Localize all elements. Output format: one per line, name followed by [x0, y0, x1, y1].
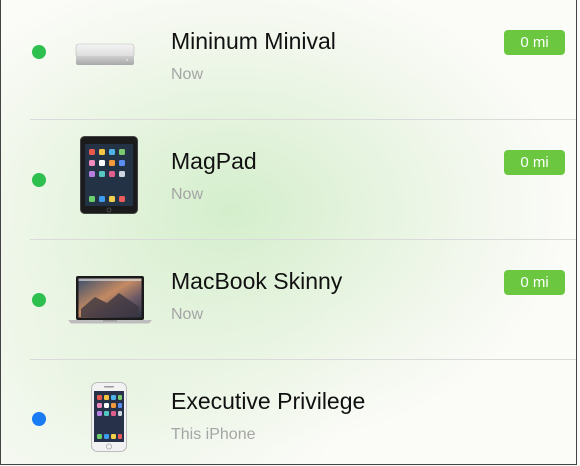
device-name: Mininum Minival: [171, 28, 336, 54]
device-name: MacBook Skinny: [171, 268, 343, 294]
device-list-panel: Mininum Minival Now 0 mi MagPad Now 0 mi…: [0, 0, 577, 465]
device-row-executive-privilege[interactable]: Executive Privilege This iPhone: [1, 360, 576, 464]
device-row-magpad[interactable]: MagPad Now 0 mi: [1, 120, 576, 240]
online-status-dot: [32, 45, 46, 59]
macbook-icon: [68, 276, 152, 324]
distance-badge: 0 mi: [504, 270, 565, 295]
device-status: This iPhone: [171, 426, 256, 443]
device-row-macbook-skinny[interactable]: MacBook Skinny Now 0 mi: [1, 240, 576, 360]
device-list: Mininum Minival Now 0 mi MagPad Now 0 mi…: [1, 0, 576, 464]
this-device-status-dot: [32, 412, 46, 426]
device-status: Now: [171, 186, 204, 203]
iphone-icon: [91, 382, 127, 452]
device-name: MagPad: [171, 148, 257, 174]
distance-badge: 0 mi: [504, 30, 565, 55]
ipad-icon: [80, 136, 138, 214]
distance-badge: 0 mi: [504, 150, 565, 175]
mac-mini-icon: [75, 43, 135, 65]
online-status-dot: [32, 293, 46, 307]
device-row-mininum-minival[interactable]: Mininum Minival Now 0 mi: [1, 0, 576, 120]
online-status-dot: [32, 173, 46, 187]
device-name: Executive Privilege: [171, 388, 366, 414]
device-status: Now: [171, 66, 204, 83]
device-status: Now: [171, 306, 204, 323]
